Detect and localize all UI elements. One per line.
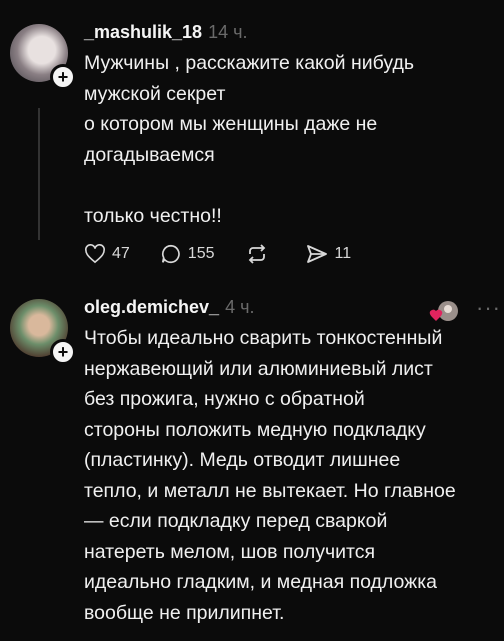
- text-line: без прожига, нужно с обратной: [84, 388, 365, 410]
- share-button[interactable]: 11: [305, 243, 352, 265]
- thread-line: [38, 108, 40, 240]
- post-header: oleg.demichev_ 4 ч.: [84, 297, 254, 318]
- post-text: Чтобы идеально сварить тонкостенный нерж…: [84, 323, 504, 628]
- text-line: (пластинку). Медь отводит лишнее: [84, 449, 401, 471]
- text-line: стороны положить медную подкладку: [84, 418, 426, 441]
- comment-count: 155: [187, 245, 215, 262]
- send-icon: [306, 245, 327, 263]
- comment-button[interactable]: 155: [160, 243, 215, 265]
- like-button[interactable]: 47: [84, 244, 130, 264]
- comment-icon: [161, 244, 180, 264]
- post-actions: 47 155 11: [84, 242, 381, 266]
- share-count: 11: [334, 245, 352, 262]
- text-line: вообще не прилипнет.: [84, 601, 285, 624]
- repost-icon: [248, 244, 265, 264]
- username[interactable]: _mashulik_18: [84, 22, 202, 42]
- text-line: Чтобы идеально сварить тонкостенный: [84, 327, 443, 349]
- text-line: нержавеющий или алюминиевый лист: [84, 357, 433, 380]
- follow-plus-icon[interactable]: +: [50, 339, 76, 365]
- text-line: — если подкладку перед сваркой: [84, 510, 388, 532]
- username[interactable]: oleg.demichev_: [84, 297, 219, 317]
- text-line: натереть мелом, шов получится: [84, 540, 376, 563]
- post-time: 4 ч.: [225, 297, 255, 317]
- more-options-icon[interactable]: ···: [476, 295, 501, 321]
- heart-icon: [85, 244, 105, 264]
- follow-plus-icon[interactable]: +: [50, 64, 76, 90]
- like-count: 47: [112, 245, 130, 262]
- text-line: тепло, и металл не вытекает. Но главное: [84, 479, 456, 502]
- repost-button[interactable]: [245, 243, 275, 265]
- post-header: _mashulik_18 14 ч.: [84, 22, 247, 43]
- post-text: Мужчины , расскажите какой нибудь мужско…: [84, 52, 415, 227]
- post-time: 14 ч.: [208, 22, 248, 42]
- text-line: идеально гладким, и медная подложка: [84, 571, 438, 593]
